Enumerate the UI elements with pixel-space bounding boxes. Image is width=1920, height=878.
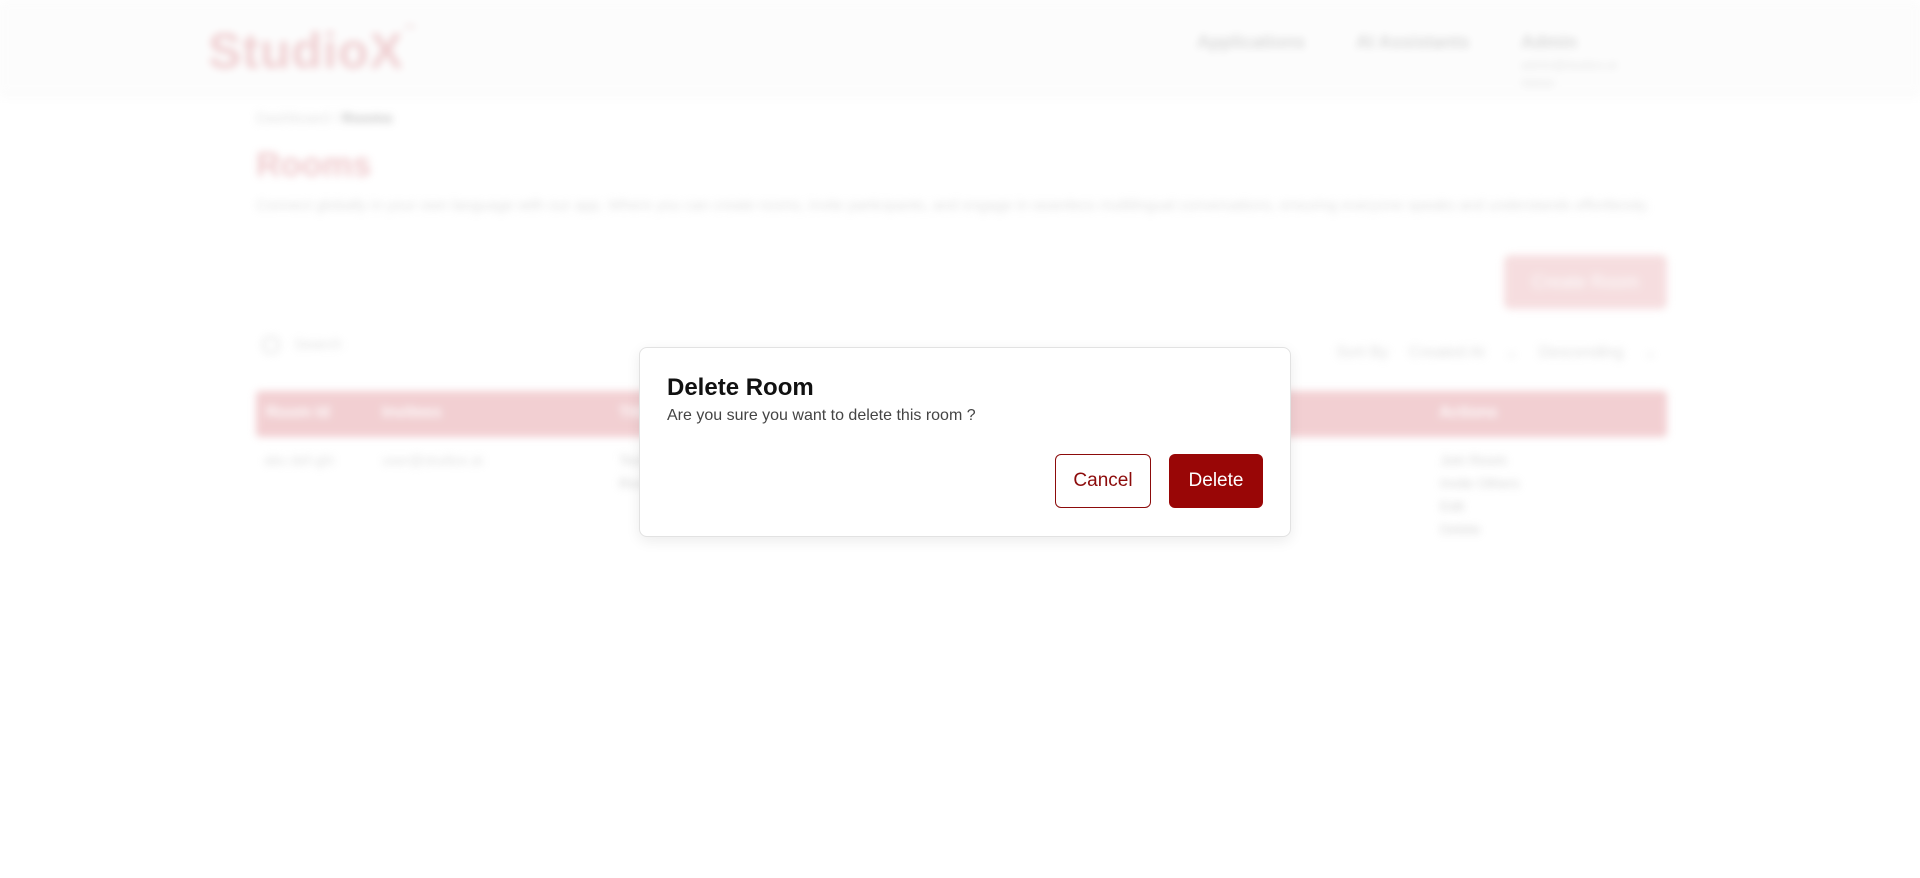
cancel-button[interactable]: Cancel: [1055, 454, 1151, 508]
admin-email: admin@studiox.ai: [1521, 58, 1617, 72]
admin-account-info: admin@studiox.ai Admin: [1521, 56, 1701, 92]
top-navbar: StudioX™ Applications AI Assistants Admi…: [0, 0, 1920, 94]
page-title: Rooms: [256, 146, 372, 184]
breadcrumb: Dashboard / Rooms: [256, 110, 393, 127]
dialog-message: Are you sure you want to delete this roo…: [667, 407, 976, 424]
chevron-down-icon: ⌄: [1643, 344, 1658, 361]
nav-applications[interactable]: Applications: [1197, 32, 1305, 53]
admin-role: Admin: [1521, 76, 1556, 90]
nav-ai-assistants[interactable]: AI Assistants: [1356, 32, 1469, 53]
breadcrumb-current: Rooms: [341, 110, 393, 127]
column-header-invitees: Invitees: [382, 404, 442, 421]
sort-controls: Sort By Created At ⌄ Descending ⌄: [1336, 342, 1673, 362]
cell-room-id: abc-def-ghi: [264, 452, 335, 468]
sort-field-select[interactable]: Created At: [1409, 344, 1485, 361]
sort-order-select[interactable]: Descending: [1539, 344, 1624, 361]
invite-others-link[interactable]: Invite Others: [1440, 475, 1519, 491]
delete-room-link[interactable]: Delete: [1440, 521, 1480, 537]
edit-room-link[interactable]: Edit: [1440, 498, 1464, 514]
chevron-down-icon: ⌄: [1504, 344, 1519, 361]
search-placeholder: Search: [294, 336, 342, 353]
breadcrumb-separator: /: [333, 110, 338, 127]
breadcrumb-parent[interactable]: Dashboard: [256, 110, 329, 127]
studiox-logo[interactable]: StudioX™: [208, 22, 417, 80]
cell-invitee: user@studiox.ai: [382, 452, 483, 468]
nav-admin[interactable]: Admin: [1521, 32, 1577, 53]
search-icon: [262, 336, 280, 355]
delete-button[interactable]: Delete: [1169, 454, 1263, 508]
page-description: Connect globally in your own language wi…: [256, 197, 1650, 214]
logo-trademark: ™: [403, 22, 417, 36]
logo-text: StudioX: [208, 23, 404, 79]
column-header-actions: Actions: [1439, 404, 1498, 421]
column-header-room-id: Room Id: [266, 404, 330, 421]
create-room-button[interactable]: Create Room: [1504, 255, 1667, 309]
delete-room-dialog: Delete Room Are you sure you want to del…: [639, 347, 1291, 537]
dialog-title: Delete Room: [667, 374, 814, 401]
join-room-link[interactable]: Join Room: [1440, 452, 1507, 468]
sort-label: Sort By: [1336, 344, 1389, 361]
search-field[interactable]: Search: [262, 336, 342, 355]
